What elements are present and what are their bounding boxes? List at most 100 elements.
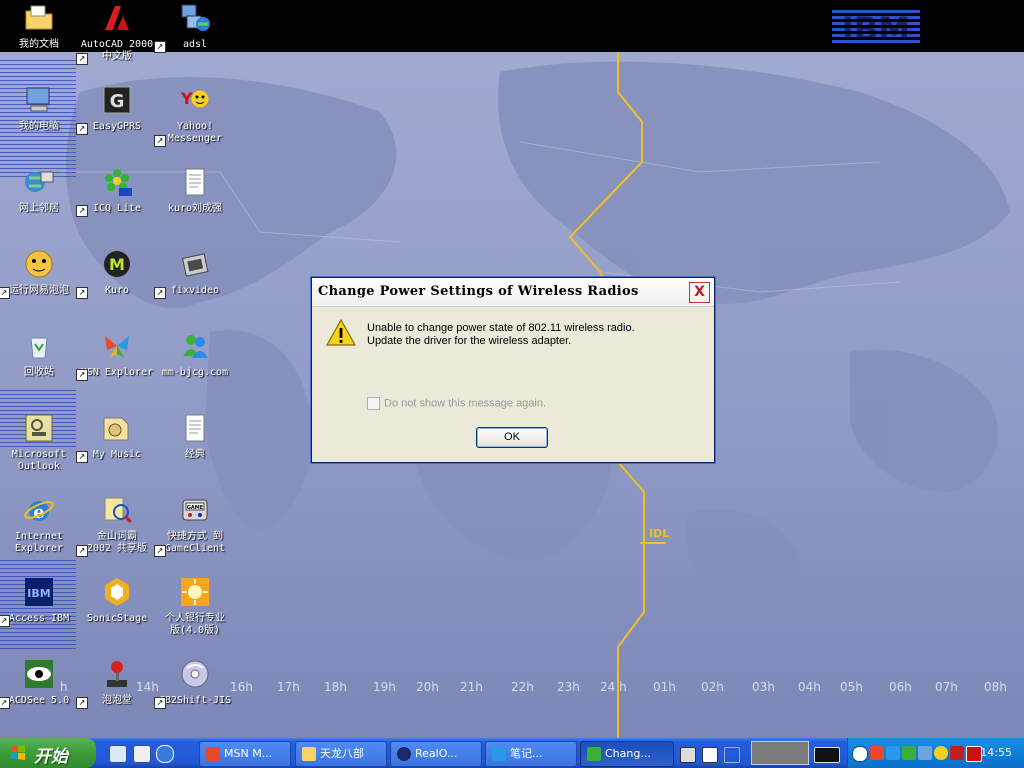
desktop-icon-label: 我的电脑 xyxy=(19,121,59,132)
checkbox-box[interactable] xyxy=(367,397,380,410)
desktop-icon-msn-explorer[interactable]: ↗ MSN Explorer xyxy=(76,330,156,381)
desktop-icon-easygprs[interactable]: G ↗ EasyGPRS xyxy=(76,84,156,135)
tray-app-icon[interactable] xyxy=(870,746,884,760)
chevron-left-icon[interactable] xyxy=(852,746,868,762)
shortcut-arrow-icon: ↗ xyxy=(0,615,10,627)
music-folder-icon xyxy=(103,417,129,441)
desktop-icon-classic[interactable]: 经典 xyxy=(156,412,234,461)
arrow-toggle-icon[interactable] xyxy=(724,747,740,763)
task-label: MSN M... xyxy=(224,747,273,760)
realone-icon xyxy=(397,747,411,761)
desktop-icon-sonicstage[interactable]: SonicStage xyxy=(78,576,156,625)
shortcut-arrow-icon: ↗ xyxy=(76,697,88,709)
power-plug-icon[interactable] xyxy=(814,747,840,763)
desktop-icon-netease-popo[interactable]: ↗ 运行网易泡泡 xyxy=(0,248,78,299)
ok-button[interactable]: OK xyxy=(476,427,548,448)
desktop-icon-label: 泡泡堂 xyxy=(102,695,132,706)
desktop-icon-label: fixvideo xyxy=(170,285,220,296)
shortcut-arrow-icon: ↗ xyxy=(0,697,10,709)
taskbar-item-notes[interactable]: 笔记... xyxy=(485,741,577,767)
timezone-label: 07h xyxy=(935,680,958,694)
desktop-icon-access-ibm[interactable]: IBM ↗ Access IBM xyxy=(0,576,78,627)
msn-butterfly-icon xyxy=(105,336,129,358)
desktop-icon-gb2shift-jis[interactable]: ↗ GB2Shift-JIS xyxy=(154,658,234,709)
tray-app-icon[interactable] xyxy=(902,746,916,760)
power-settings-dialog: Change Power Settings of Wireless Radios… xyxy=(311,277,715,463)
quicklaunch-app-icon[interactable] xyxy=(133,745,151,763)
desktop-icon-my-music[interactable]: ↗ My Music xyxy=(76,412,156,463)
shortcut-arrow-icon: ↗ xyxy=(0,287,10,299)
desktop-icon-gameclient[interactable]: GAME ↗ 快捷方式 到 GameClient xyxy=(154,494,234,557)
svg-text:IBM: IBM xyxy=(842,10,910,48)
desktop-icon-kuro-text[interactable]: kuro刘成强 xyxy=(156,166,234,215)
desktop-icon-adsl[interactable]: ↗ adsl xyxy=(154,2,234,53)
network-globe-icon xyxy=(25,171,54,192)
joystick-icon xyxy=(107,661,127,687)
desktop-icon-kingsoft-dict[interactable]: ↗ 金山词霸 2002 共享版 xyxy=(76,494,156,557)
taskbar: 开始 MSN M... 天龙八部 RealO... 笔记... Chang...… xyxy=(0,738,1024,768)
easygprs-icon: G xyxy=(103,86,131,114)
timezone-label: 17h xyxy=(277,680,300,694)
desktop-icon-my-documents[interactable]: 我的文档 xyxy=(0,2,78,51)
msn-butterfly-icon xyxy=(206,747,220,761)
game-controller-icon: GAME xyxy=(182,499,208,521)
desktop-icon-yahoo-messenger[interactable]: Y ↗ Yahoo! Messenger xyxy=(154,84,234,147)
system-tray: 14:55 xyxy=(847,738,1024,768)
shortcut-arrow-icon: ↗ xyxy=(154,135,166,147)
taskbar-item-realone[interactable]: RealO... xyxy=(390,741,482,767)
checkbox-label: Do not show this message again. xyxy=(384,397,547,410)
taskbar-item-msn[interactable]: MSN M... xyxy=(199,741,291,767)
desktop-icon-personal-banking[interactable]: 个人银行专业 版(4.0版) xyxy=(156,576,234,637)
keyboard-icon[interactable] xyxy=(680,747,696,763)
taskbar-item-change-power[interactable]: Chang... xyxy=(580,741,674,767)
desktop-icon-recycle-bin[interactable]: 回收站 xyxy=(0,330,78,379)
quicklaunch-info-icon[interactable] xyxy=(156,745,174,763)
task-label: 天龙八部 xyxy=(320,747,364,760)
desktop-icon-network[interactable]: 网上邻居 xyxy=(0,166,78,215)
desktop-icon-kuro[interactable]: M ↗ Kuro xyxy=(76,248,156,299)
shortcut-arrow-icon: ↗ xyxy=(76,369,88,381)
desktop-icon-fixvideo[interactable]: ↗ fixvideo xyxy=(154,248,234,299)
desktop-icon-autocad[interactable]: ↗ AutoCAD 2000 中文版 xyxy=(76,2,156,65)
warning-icon xyxy=(326,318,356,346)
desktop-icon-label: 网上邻居 xyxy=(19,203,59,214)
desktop-icon-internet-explorer[interactable]: e Internet Explorer xyxy=(0,494,78,555)
messenger-buddies-icon xyxy=(183,335,208,358)
show-desktop-icon[interactable] xyxy=(109,745,127,763)
start-button[interactable]: 开始 xyxy=(0,738,96,768)
desktop-icon-outlook[interactable]: Microsoft Outlook xyxy=(0,412,78,473)
tray-smiley-icon[interactable] xyxy=(934,746,948,760)
video-film-icon xyxy=(181,253,209,277)
desktop-icon-label: GB2Shift-JIS xyxy=(158,695,232,706)
timezone-label: 23h xyxy=(557,680,580,694)
idl-label: IDL xyxy=(649,527,670,540)
desktop-icon-acdsee[interactable]: ↗ ACDSee 5.0 xyxy=(0,658,78,709)
tray-app-icon[interactable] xyxy=(886,746,900,760)
shortcut-arrow-icon: ↗ xyxy=(76,205,88,217)
message-line: Unable to change power state of 802.11 w… xyxy=(367,322,635,334)
help-icon[interactable] xyxy=(702,747,718,763)
taskbar-item-tianlong[interactable]: 天龙八部 xyxy=(295,741,387,767)
tray-network-icon[interactable] xyxy=(918,746,932,760)
dialog-titlebar[interactable]: Change Power Settings of Wireless Radios… xyxy=(312,278,714,307)
desktop-icon-mm-bjcg[interactable]: mm-bjcg.com xyxy=(156,330,234,379)
timezone-label: 20h xyxy=(416,680,439,694)
desktop-icon-my-computer[interactable]: 我的电脑 xyxy=(0,84,78,133)
svg-text:GAME: GAME xyxy=(187,505,204,511)
desktop-icon-label: 回收站 xyxy=(24,367,54,378)
shortcut-arrow-icon: ↗ xyxy=(154,545,166,557)
dont-show-again-checkbox[interactable]: Do not show this message again. xyxy=(367,397,546,410)
acdsee-eye-icon xyxy=(25,660,53,688)
close-button[interactable]: X xyxy=(689,282,710,303)
shortcut-arrow-icon: ↗ xyxy=(76,287,88,299)
desktop-icon-label: ICQ Lite xyxy=(92,203,142,214)
clock[interactable]: 14:55 xyxy=(980,746,1012,759)
desktop-icon-paopaotang[interactable]: ↗ 泡泡堂 xyxy=(76,658,156,709)
tray-app-icon[interactable] xyxy=(950,746,964,760)
dialog-title: Change Power Settings of Wireless Radios xyxy=(318,284,639,299)
dialog-message: Unable to change power state of 802.11 w… xyxy=(367,322,635,348)
desktop-icon-icq-lite[interactable]: ↗ ICQ Lite xyxy=(76,166,156,217)
input-method-bar[interactable] xyxy=(751,741,809,765)
timezone-label: 06h xyxy=(889,680,912,694)
desktop-icon-label: Kuro xyxy=(104,285,130,296)
